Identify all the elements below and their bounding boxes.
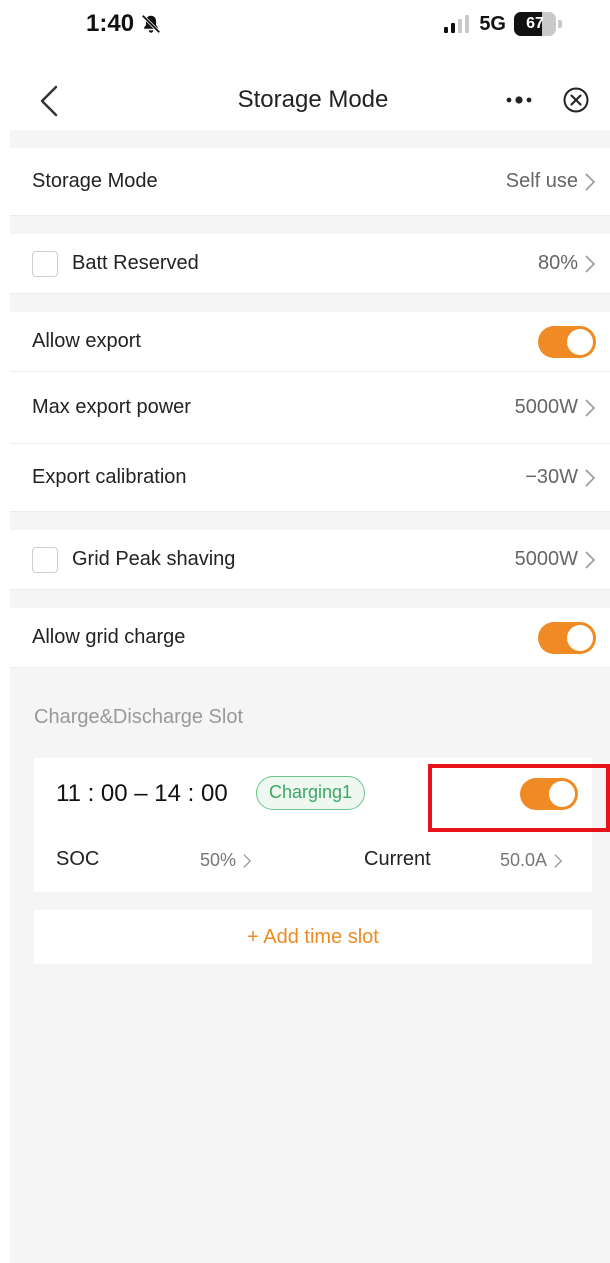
chevron-right-icon	[585, 398, 596, 417]
batt-reserved-value-text: 80%	[537, 252, 578, 274]
storage-mode-screen: 1:40 5G 67 Storage Mode Storage Mode Sel…	[0, 0, 610, 1263]
slot-status-badge: Charging1	[256, 776, 366, 810]
grid-peak-shaving-value[interactable]: 5000W	[515, 548, 596, 571]
slot-current-label: Current	[364, 848, 431, 870]
chevron-right-icon	[243, 853, 252, 868]
chevron-right-icon	[585, 468, 596, 487]
network-label: 5G	[479, 12, 506, 35]
storage-mode-label: Storage Mode	[32, 170, 158, 192]
chevron-right-icon	[554, 853, 563, 868]
grid-peak-shaving-row[interactable]: Grid Peak shaving 5000W	[10, 530, 610, 590]
batt-reserved-value[interactable]: 80%	[538, 252, 596, 275]
status-time: 1:40	[86, 10, 162, 38]
slot-current-value[interactable]: 50.0A	[500, 850, 563, 871]
slot-section-title: Charge&Discharge Slot	[34, 706, 243, 728]
export-calibration-value-text: −30W	[525, 466, 578, 488]
signal-icon	[444, 15, 470, 33]
max-export-power-value[interactable]: 5000W	[515, 396, 596, 419]
status-time-text: 1:40	[86, 10, 135, 37]
allow-export-label: Allow export	[32, 330, 141, 352]
storage-mode-value[interactable]: Self use	[506, 170, 596, 193]
slot-soc-label: SOC	[56, 848, 100, 870]
slot-soc-value[interactable]: 50%	[200, 850, 252, 871]
export-calibration-value[interactable]: −30W	[525, 466, 596, 489]
chevron-right-icon	[585, 172, 596, 191]
allow-grid-charge-toggle[interactable]	[538, 621, 596, 654]
max-export-power-value-text: 5000W	[514, 396, 578, 418]
max-export-power-label: Max export power	[32, 396, 191, 418]
bell-muted-icon	[141, 14, 161, 34]
status-right: 5G 67	[443, 12, 562, 36]
batt-reserved-row[interactable]: Batt Reserved 80%	[10, 234, 610, 294]
storage-mode-row[interactable]: Storage Mode Self use	[10, 148, 610, 216]
allow-grid-charge-label: Allow grid charge	[32, 626, 186, 648]
add-time-slot-button[interactable]: + Add time slot	[34, 910, 592, 964]
grid-peak-shaving-value-text: 5000W	[514, 548, 578, 570]
batt-reserved-label-group: Batt Reserved	[32, 250, 199, 277]
allow-grid-charge-row: Allow grid charge	[10, 608, 610, 668]
storage-mode-value-text: Self use	[505, 170, 578, 192]
highlight-annotation-box	[428, 764, 610, 832]
batt-reserved-label: Batt Reserved	[72, 252, 199, 274]
grid-peak-shaving-checkbox[interactable]	[32, 546, 58, 573]
settings-content: Storage Mode Self use Batt Reserved 80% …	[10, 130, 610, 1263]
chevron-right-icon	[585, 254, 596, 273]
max-export-power-row[interactable]: Max export power 5000W	[10, 372, 610, 444]
battery-level: 67	[526, 15, 544, 32]
close-circle-icon[interactable]	[562, 86, 590, 114]
batt-reserved-checkbox[interactable]	[32, 250, 58, 277]
allow-export-toggle[interactable]	[538, 325, 596, 358]
nav-header: Storage Mode	[0, 70, 610, 130]
slot-time-range[interactable]: 11 : 00 – 14 : 00	[56, 780, 228, 808]
battery-icon: 67	[514, 12, 562, 36]
allow-export-row: Allow export	[10, 312, 610, 372]
export-calibration-label: Export calibration	[32, 466, 187, 488]
grid-peak-shaving-label: Grid Peak shaving	[72, 548, 236, 570]
slot-current-value-text: 50.0A	[500, 850, 548, 870]
grid-peak-shaving-label-group: Grid Peak shaving	[32, 546, 236, 573]
more-dots-icon[interactable]	[504, 90, 534, 110]
export-calibration-row[interactable]: Export calibration −30W	[10, 444, 610, 512]
slot-soc-value-text: 50%	[200, 850, 237, 870]
status-bar: 1:40 5G 67	[0, 0, 610, 50]
chevron-right-icon	[585, 550, 596, 569]
